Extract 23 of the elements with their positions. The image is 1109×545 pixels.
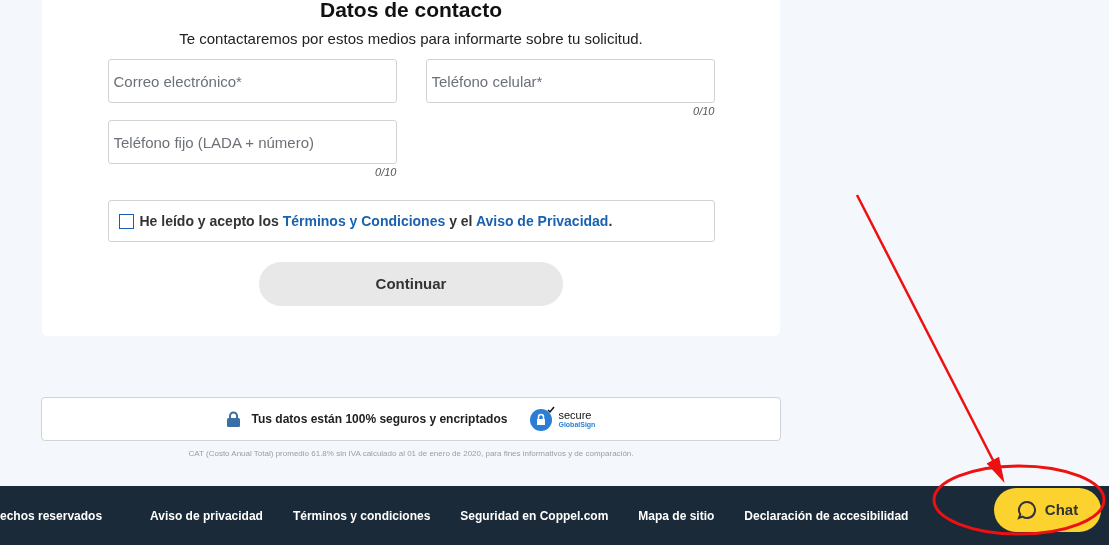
input-field[interactable]: Teléfono celular* bbox=[425, 59, 715, 103]
speech-bubble-icon bbox=[1016, 500, 1037, 520]
footer-link[interactable]: Mapa de sitio bbox=[638, 506, 715, 525]
padlock-icon bbox=[226, 411, 240, 427]
footer-link[interactable]: Seguridad en Coppel.com bbox=[460, 506, 609, 525]
seal-title: secure bbox=[558, 410, 593, 421]
character-counter: 0/10 bbox=[693, 104, 715, 119]
security-text: Tus datos están 100% seguros y encriptados bbox=[251, 411, 508, 428]
consent-link[interactable]: Términos y Condiciones bbox=[282, 212, 446, 229]
input-field[interactable]: Teléfono fijo (LADA + número) bbox=[107, 120, 397, 164]
padlock-seal-icon bbox=[529, 406, 556, 432]
footer-link[interactable]: Declaración de accesibilidad bbox=[744, 506, 909, 525]
checkbox[interactable] bbox=[118, 213, 134, 229]
disclaimer-text: CAT (Costo Anual Total) promedio 61.8% sin IVA calculado al 01 de enero de 2020, para fines informativos y de comparación. bbox=[187, 448, 635, 460]
form-title: Datos de contacto bbox=[320, 0, 502, 21]
form-subtitle: Te contactaremos por estos medios para informarte sobre tu solicitud. bbox=[179, 30, 643, 48]
copyright-text: echos reservados bbox=[0, 507, 104, 525]
consent-link[interactable]: Aviso de Privacidad bbox=[475, 212, 609, 229]
footer-link[interactable]: Términos y condiciones bbox=[292, 506, 431, 525]
character-counter: 0/10 bbox=[375, 165, 397, 180]
input-field[interactable]: Correo electrónico* bbox=[107, 59, 397, 103]
consent-text: He leído y acepto los Términos y Condiciones y el Aviso de Privacidad. bbox=[139, 211, 613, 231]
footer-link[interactable]: Aviso de privacidad bbox=[150, 506, 263, 525]
